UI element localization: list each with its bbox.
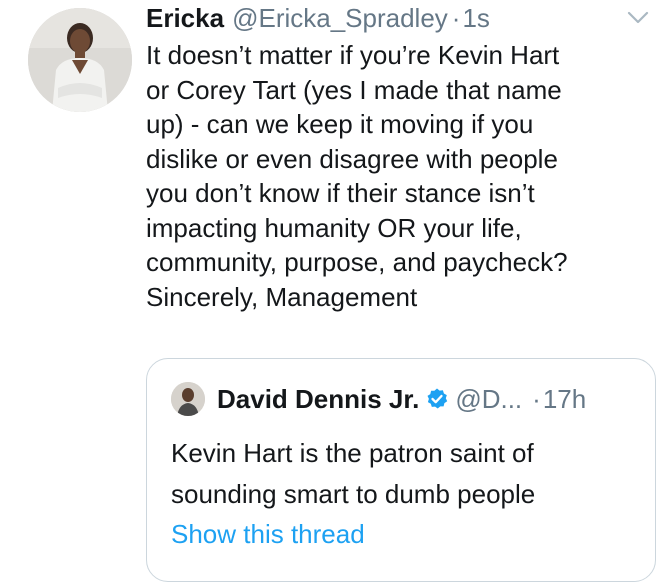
tweet-text-line: dislike or even disagree with people (146, 143, 558, 174)
show-thread-link[interactable]: Show this thread (171, 519, 365, 550)
quoted-display-name[interactable]: David Dennis Jr. (217, 384, 419, 415)
chevron-down-icon[interactable] (626, 8, 650, 28)
profile-photo-icon (28, 8, 132, 112)
tweet-text-line: you don’t know if their stance isn’t (146, 178, 535, 208)
quoted-text-line: sounding smart to dumb people (171, 479, 536, 509)
quoted-separator-dot: · (532, 383, 541, 414)
user-handle[interactable]: @Ericka_Spradley (232, 3, 448, 34)
tweet-header: Ericka @Ericka_Spradley · 1s (146, 0, 490, 36)
quoted-tweet-card[interactable]: David Dennis Jr. @D... · 17h Kevin Hart … (146, 358, 656, 582)
tweet-text-line: up) - can we keep it moving if you (146, 109, 534, 139)
tweet-text: It doesn’t matter if you’re Kevin Hart o… (146, 38, 656, 314)
tweet-text-line: or Corey Tart (yes I made that name (146, 74, 562, 105)
quoted-tweet-header: David Dennis Jr. @D... · 17h (171, 381, 586, 417)
quoted-avatar[interactable] (171, 382, 205, 416)
separator-dot: · (451, 2, 461, 33)
avatar[interactable] (28, 8, 132, 112)
quoted-text-line: Kevin Hart is the patron saint of (171, 438, 534, 468)
tweet-text-line: It doesn’t matter if you’re Kevin Hart (146, 40, 560, 70)
quoted-tweet-text: Kevin Hart is the patron saint of soundi… (171, 433, 641, 515)
tweet-text-line: Sincerely, Management (146, 281, 418, 312)
tweet-text-line: impacting humanity OR your life, (146, 212, 522, 243)
timestamp[interactable]: 1s (462, 3, 489, 34)
tweet-text-line: community, purpose, and paycheck? (146, 247, 568, 277)
quoted-timestamp[interactable]: 17h (543, 384, 586, 415)
quoted-profile-photo-icon (171, 382, 205, 416)
display-name[interactable]: Ericka (146, 3, 224, 34)
verified-badge-icon (427, 388, 448, 409)
tweet[interactable]: Ericka @Ericka_Spradley · 1s It doesn’t … (0, 0, 669, 582)
quoted-user-handle[interactable]: @D... (455, 384, 522, 415)
